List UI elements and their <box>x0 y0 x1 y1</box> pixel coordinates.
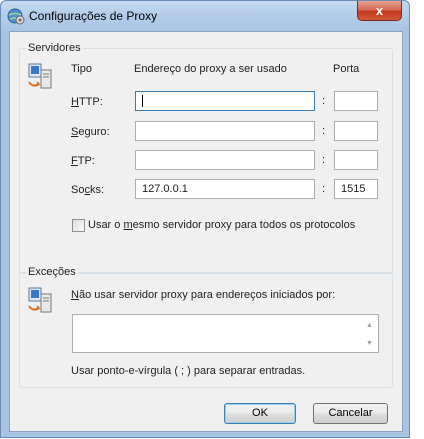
http-address-input[interactable] <box>135 91 315 111</box>
exceptions-hint: Usar ponto-e-vírgula ( ; ) para separar … <box>71 365 306 377</box>
exceptions-scrollbar[interactable]: ▲ ▼ <box>361 315 378 352</box>
ok-button[interactable]: OK <box>224 403 296 424</box>
http-port-input[interactable] <box>334 91 378 111</box>
secure-colon: : <box>322 125 326 137</box>
exceptions-textarea[interactable]: ▲ ▼ <box>72 314 379 353</box>
same-server-checkbox[interactable] <box>72 219 85 232</box>
socks-port-input[interactable]: 1515 <box>334 179 378 199</box>
column-header-port: Porta <box>333 63 360 75</box>
secure-label: Seguro: <box>71 126 110 138</box>
secure-address-input[interactable] <box>135 121 315 141</box>
socks-label: Socks: <box>71 184 105 196</box>
ftp-port-input[interactable] <box>334 150 378 170</box>
text-caret <box>142 95 143 107</box>
ftp-colon: : <box>322 154 326 166</box>
exceptions-description: Não usar servidor proxy para endereços i… <box>71 289 336 301</box>
servers-group-label: Servidores <box>26 42 83 55</box>
ftp-label: FTP: <box>71 155 95 167</box>
title-bar[interactable]: Configurações de Proxy x <box>1 1 409 31</box>
proxy-settings-dialog: Configurações de Proxy x Servidores Tipo… <box>0 0 410 438</box>
secure-port-input[interactable] <box>334 121 378 141</box>
network-computer-icon <box>28 63 52 89</box>
scroll-down-arrow-icon[interactable]: ▼ <box>361 335 378 352</box>
dialog-body: Servidores Tipo Endereço do proxy a ser … <box>9 31 403 432</box>
socks-address-input[interactable]: 127.0.0.1 <box>135 179 315 199</box>
globe-settings-icon <box>7 8 25 25</box>
network-computer-icon <box>28 287 52 313</box>
window-title: Configurações de Proxy <box>29 9 158 23</box>
socks-colon: : <box>322 183 326 195</box>
column-header-address: Endereço do proxy a ser usado <box>134 63 287 75</box>
exceptions-group: Exceções Não usar servidor proxy para en… <box>19 266 393 388</box>
scroll-up-arrow-icon[interactable]: ▲ <box>361 317 378 334</box>
http-label: HTTP: <box>71 96 103 108</box>
same-server-label[interactable]: Usar o mesmo servidor proxy para todos o… <box>88 219 355 232</box>
cancel-button[interactable]: Cancelar <box>313 403 388 424</box>
servers-group: Servidores Tipo Endereço do proxy a ser … <box>19 42 393 274</box>
ftp-address-input[interactable] <box>135 150 315 170</box>
column-header-type: Tipo <box>71 63 92 75</box>
close-button[interactable]: x <box>357 1 402 21</box>
exceptions-group-label: Exceções <box>26 266 78 279</box>
http-colon: : <box>322 95 326 107</box>
